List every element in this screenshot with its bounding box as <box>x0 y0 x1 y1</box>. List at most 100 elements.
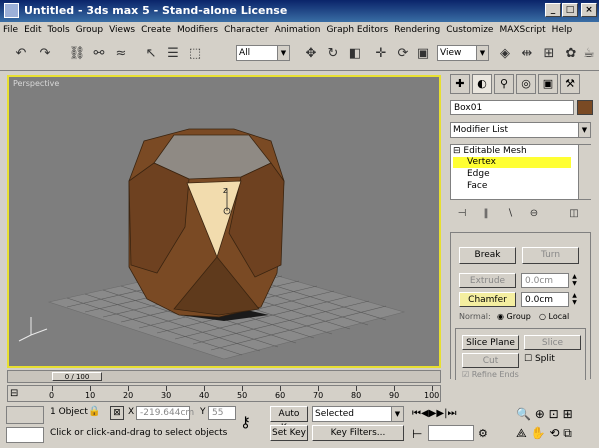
zoom-icon[interactable]: 🔍 <box>516 407 531 421</box>
split-checkbox[interactable]: ☐ Split <box>524 354 555 364</box>
close-button[interactable]: × <box>581 3 597 17</box>
display-tab-icon[interactable]: ▣ <box>538 74 558 94</box>
time-configuration-icon[interactable]: ⚙ <box>478 427 488 440</box>
quick-render-icon[interactable]: ☕ <box>578 43 599 65</box>
maximize-button[interactable]: □ <box>562 3 578 17</box>
menu-animation[interactable]: Animation <box>272 22 324 39</box>
menu-modifiers[interactable]: Modifiers <box>174 22 221 39</box>
modifier-stack[interactable]: ⊟ Editable Mesh Vertex Edge Face <box>450 144 591 200</box>
modifier-list-dropdown[interactable]: Modifier List ▼ <box>450 122 591 138</box>
go-to-start-icon[interactable]: ⏮ <box>412 408 421 419</box>
normal-group-radio[interactable]: ◉ Group <box>497 312 531 321</box>
zoom-extents-icon[interactable]: ⊡ <box>549 407 559 421</box>
reference-coordinate-dropdown[interactable]: View ▼ <box>437 45 489 61</box>
rectangular-selection-icon[interactable]: ⬚ <box>184 43 206 65</box>
utilities-tab-icon[interactable]: ⚒ <box>560 74 580 94</box>
next-frame-icon[interactable]: ▶| <box>436 408 447 419</box>
menu-character[interactable]: Character <box>221 22 271 39</box>
select-and-link-icon[interactable]: ⛓ <box>66 43 88 65</box>
zoom-all-icon[interactable]: ⊕ <box>535 407 545 421</box>
go-to-end-icon[interactable]: ⏭ <box>447 408 456 419</box>
app-icon[interactable] <box>4 3 19 18</box>
extrude-button[interactable]: Extrude <box>459 273 516 288</box>
key-filters-button[interactable]: Key Filters... <box>312 425 404 441</box>
select-and-scale-icon[interactable]: ◧ <box>344 43 366 65</box>
stack-item-face[interactable]: Face <box>467 181 487 191</box>
extrude-spinner[interactable]: ▲ ▼ <box>570 273 579 288</box>
menu-customize[interactable]: Customize <box>443 22 496 39</box>
maximize-viewport-icon[interactable]: ⧉ <box>563 426 572 440</box>
normal-local-radio[interactable]: ○ Local <box>539 312 569 321</box>
stack-item-vertex[interactable]: Vertex <box>453 157 571 168</box>
redo-icon[interactable]: ↷ <box>34 43 56 65</box>
bind-space-warp-icon[interactable]: ≈ <box>110 43 132 65</box>
stack-root-editable-mesh[interactable]: ⊟ Editable Mesh <box>453 146 527 156</box>
align-icon[interactable]: ⊞ <box>538 43 560 65</box>
create-tab-icon[interactable]: ✚ <box>450 74 470 94</box>
motion-tab-icon[interactable]: ◎ <box>516 74 536 94</box>
track-bar[interactable]: ⊟ 0 10 20 30 40 50 60 70 80 90 100 <box>7 385 441 402</box>
minimize-button[interactable]: _ <box>545 3 561 17</box>
maxscript-listener-mini[interactable] <box>6 406 44 424</box>
chamfer-button[interactable]: Chamfer <box>459 292 516 307</box>
select-and-rotate-icon[interactable]: ↻ <box>322 43 344 65</box>
object-color-swatch[interactable] <box>577 100 593 115</box>
time-slider[interactable]: 0 / 100 <box>7 370 441 383</box>
stack-item-edge[interactable]: Edge <box>467 169 490 179</box>
modify-tab-icon[interactable]: ◐ <box>472 74 492 94</box>
time-slider-thumb[interactable]: 0 / 100 <box>52 372 102 381</box>
previous-frame-icon[interactable]: ◀ <box>421 408 429 419</box>
menu-file[interactable]: File <box>0 22 21 39</box>
key-mode-toggle-icon[interactable]: ⊢ <box>412 427 422 441</box>
chamfer-spinner[interactable]: ▲ ▼ <box>570 292 579 307</box>
rotate-view-icon[interactable]: ⟳ <box>392 43 414 65</box>
turn-button[interactable]: Turn <box>522 247 579 264</box>
stack-scrollbar[interactable] <box>578 145 591 199</box>
show-end-result-icon[interactable]: ‖ <box>476 205 496 223</box>
chamfer-amount-field[interactable]: 0.0cm <box>521 292 569 307</box>
maxscript-input-mini[interactable] <box>6 427 44 443</box>
refine-ends-checkbox[interactable]: ☑ Refine Ends <box>462 370 519 379</box>
set-key-button[interactable]: Set Key <box>270 425 308 441</box>
field-of-view-icon[interactable]: ⟁ <box>516 426 527 440</box>
selection-filter-dropdown[interactable]: All ▼ <box>236 45 290 61</box>
cut-button[interactable]: Cut <box>462 353 519 368</box>
menu-tools[interactable]: Tools <box>45 22 73 39</box>
perspective-viewport[interactable]: Perspective z <box>7 75 441 368</box>
x-coordinate-field[interactable]: -219.644cm <box>136 406 194 420</box>
y-coordinate-field[interactable]: 55 <box>208 406 236 420</box>
select-object-icon[interactable]: ↖ <box>140 43 162 65</box>
slice-button[interactable]: Slice <box>524 335 581 350</box>
mini-curve-editor-icon[interactable]: ⊟ <box>10 387 38 400</box>
undo-icon[interactable]: ↶ <box>10 43 32 65</box>
use-pivot-center-icon[interactable]: ◈ <box>494 43 516 65</box>
slice-plane-button[interactable]: Slice Plane <box>462 335 519 350</box>
menu-graph-editors[interactable]: Graph Editors <box>323 22 391 39</box>
current-frame-field[interactable] <box>428 425 474 441</box>
object-name-field[interactable]: Box01 <box>450 100 574 115</box>
pivot-icon[interactable]: ▣ <box>412 43 434 65</box>
pin-stack-icon[interactable]: ⊣ <box>452 205 472 223</box>
pan-icon[interactable]: ✋ <box>531 426 546 440</box>
mirror-icon[interactable]: ⇹ <box>516 43 538 65</box>
auto-key-button[interactable]: Auto Key <box>270 406 308 433</box>
arc-rotate-icon[interactable]: ⟲ <box>549 426 559 440</box>
select-by-name-icon[interactable]: ☰ <box>162 43 184 65</box>
configure-modifier-sets-icon[interactable]: ◫ <box>564 205 584 223</box>
menu-help[interactable]: Help <box>549 22 576 39</box>
select-manipulate-icon[interactable]: ✛ <box>370 43 392 65</box>
menu-views[interactable]: Views <box>106 22 138 39</box>
hierarchy-tab-icon[interactable]: ⚲ <box>494 74 514 94</box>
set-key-mode-icon[interactable]: ⚷ <box>240 413 251 431</box>
zoom-extents-all-icon[interactable]: ⊞ <box>563 407 573 421</box>
lock-selection-icon[interactable]: 🔒 <box>88 406 100 417</box>
remove-modifier-icon[interactable]: ⊖ <box>524 205 544 223</box>
extrude-amount-field[interactable]: 0.0cm <box>521 273 569 288</box>
menu-group[interactable]: Group <box>73 22 106 39</box>
menu-maxscript[interactable]: MAXScript <box>496 22 548 39</box>
menu-rendering[interactable]: Rendering <box>391 22 443 39</box>
unlink-icon[interactable]: ⚯ <box>88 43 110 65</box>
make-unique-icon[interactable]: ∖ <box>500 205 520 223</box>
absolute-mode-icon[interactable]: ⊠ <box>110 406 124 420</box>
select-and-move-icon[interactable]: ✥ <box>300 43 322 65</box>
